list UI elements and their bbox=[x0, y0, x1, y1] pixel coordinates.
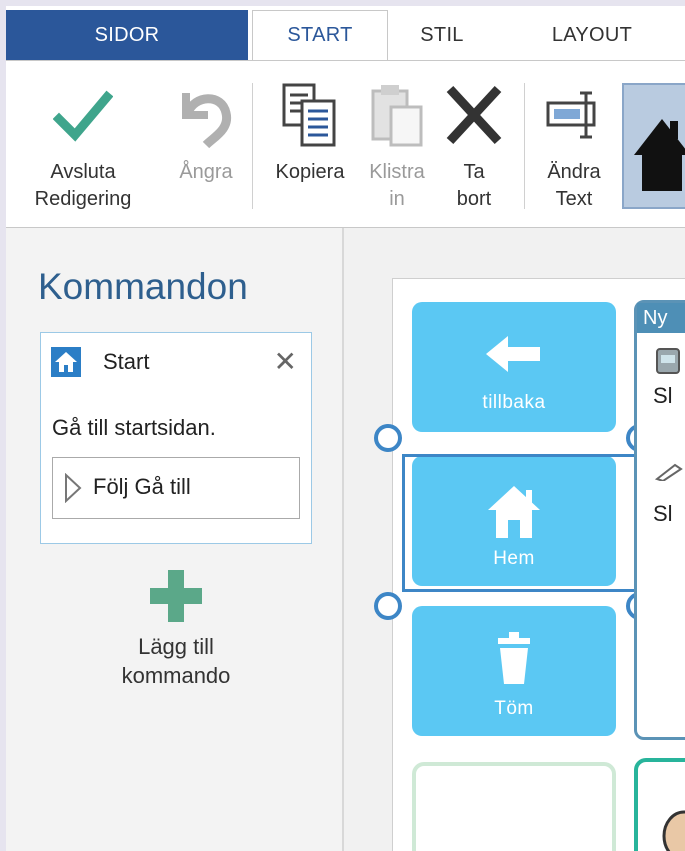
finish-editing-button[interactable]: Avsluta Redigering bbox=[18, 61, 148, 213]
plus-icon bbox=[150, 570, 202, 622]
delete-button[interactable]: Ta bort bbox=[438, 61, 510, 213]
resize-handle[interactable] bbox=[374, 592, 402, 620]
delete-icon bbox=[446, 85, 502, 145]
finish-editing-label-1: Avsluta bbox=[50, 161, 116, 183]
edit-text-label-1: Ändra bbox=[547, 161, 601, 183]
cell-label: tillbaka bbox=[482, 392, 546, 413]
paste-label-2: in bbox=[389, 188, 405, 210]
paste-button[interactable]: Klistra in bbox=[362, 61, 432, 213]
add-command-label-2: kommando bbox=[121, 663, 231, 688]
undo-button[interactable]: Ångra bbox=[166, 61, 246, 186]
tab-stil[interactable]: STIL bbox=[392, 10, 492, 60]
edit-text-icon bbox=[546, 91, 596, 139]
board-cell-clear[interactable]: Töm bbox=[412, 606, 616, 736]
command-description: Gå till startsidan. bbox=[52, 415, 216, 440]
group-item[interactable]: Sl bbox=[653, 383, 673, 409]
resize-handle[interactable] bbox=[374, 424, 402, 452]
ribbon-separator bbox=[252, 83, 253, 209]
copy-icon bbox=[282, 83, 336, 147]
cell-label: Töm bbox=[494, 698, 534, 719]
paste-label-1: Klistra bbox=[369, 161, 425, 183]
tab-layout[interactable]: LAYOUT bbox=[512, 10, 672, 60]
ribbon-toolbar: Avsluta Redigering Ångra Kopiera Klistra… bbox=[6, 60, 685, 228]
add-command-label-1: Lägg till bbox=[138, 634, 214, 659]
ribbon-separator bbox=[524, 83, 525, 209]
face-icon bbox=[662, 810, 685, 851]
delete-label-1: Ta bbox=[463, 161, 485, 183]
home-icon bbox=[51, 347, 81, 377]
copy-label: Kopiera bbox=[275, 161, 345, 183]
close-icon[interactable]: ✕ bbox=[274, 345, 297, 378]
command-name: Start bbox=[103, 349, 150, 374]
undo-icon bbox=[182, 93, 232, 149]
follow-goto-label: Följ Gå till bbox=[93, 474, 191, 499]
app-window: SIDOR START STIL LAYOUT Avsluta Redigeri… bbox=[6, 6, 685, 851]
group-header: Ny bbox=[637, 303, 685, 333]
paste-icon bbox=[371, 85, 423, 147]
group-item[interactable]: Sl bbox=[653, 501, 673, 527]
pencil-icon bbox=[655, 463, 683, 481]
tab-start[interactable]: START bbox=[252, 10, 388, 60]
finish-editing-label-2: Redigering bbox=[34, 188, 132, 210]
arrow-left-icon bbox=[486, 336, 540, 372]
add-command-button[interactable]: Lägg till kommando bbox=[116, 568, 236, 690]
tab-bar: SIDOR START STIL LAYOUT bbox=[6, 6, 685, 60]
commands-panel: Kommandon Start ✕ Gå till startsidan. Fö… bbox=[6, 228, 344, 851]
page-canvas: tillbaka Hem Töm Ny Sl Sl bbox=[344, 228, 685, 851]
board-group[interactable]: Ny Sl Sl bbox=[634, 300, 685, 740]
copy-button[interactable]: Kopiera bbox=[264, 61, 356, 186]
follow-goto-field[interactable]: Följ Gå till bbox=[52, 457, 300, 519]
undo-label: Ångra bbox=[179, 161, 233, 183]
delete-label-2: bort bbox=[456, 188, 492, 210]
selection-frame bbox=[402, 454, 654, 592]
panel-title: Kommandon bbox=[38, 266, 248, 307]
home-page-button[interactable] bbox=[622, 83, 685, 209]
board-cell-empty[interactable] bbox=[412, 762, 616, 851]
edit-text-button[interactable]: Ändra Text bbox=[534, 61, 614, 213]
board-cell-back[interactable]: tillbaka bbox=[412, 302, 616, 432]
tab-sidor[interactable]: SIDOR bbox=[6, 10, 248, 60]
command-card[interactable]: Start ✕ Gå till startsidan. Följ Gå till bbox=[40, 332, 312, 544]
home-icon bbox=[634, 119, 685, 191]
robot-icon bbox=[656, 348, 680, 374]
board-cell-partial[interactable] bbox=[634, 758, 685, 851]
checkmark-icon bbox=[53, 90, 113, 142]
trash-icon bbox=[498, 632, 530, 684]
edit-text-label-2: Text bbox=[555, 188, 593, 210]
play-outline-icon bbox=[65, 473, 82, 503]
